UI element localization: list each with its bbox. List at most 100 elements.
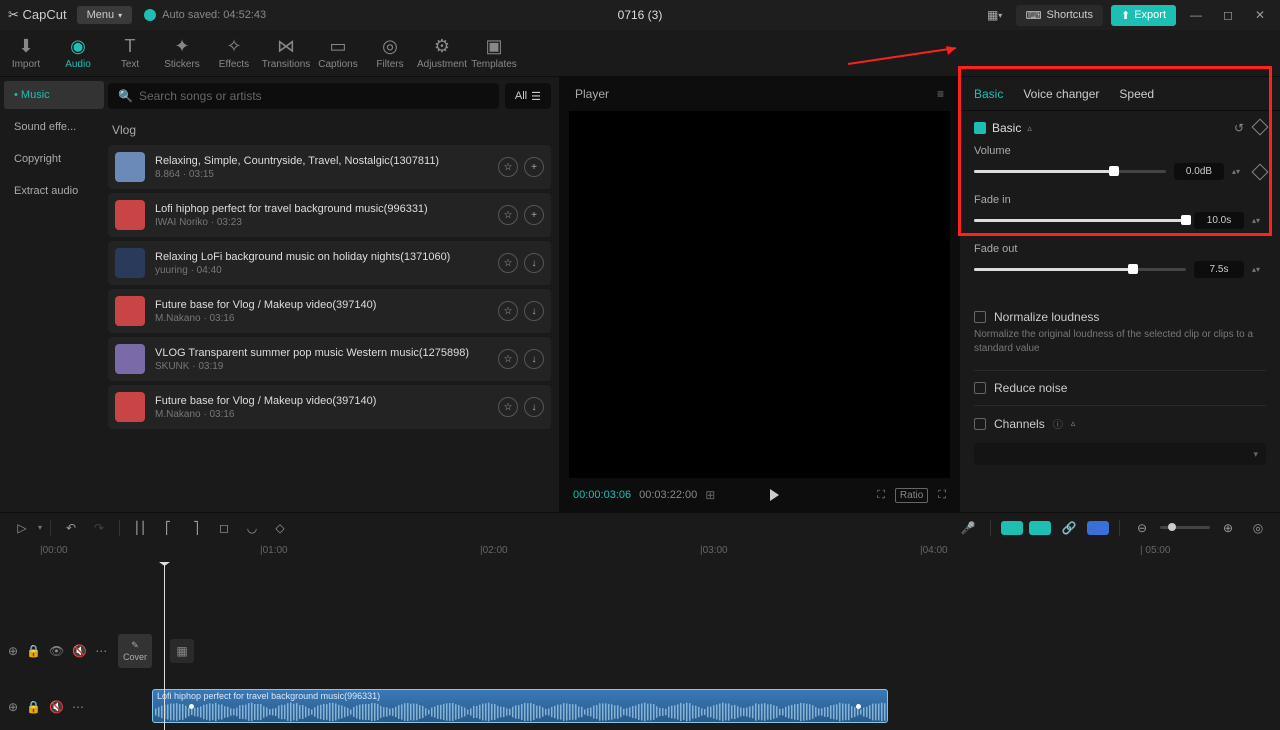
view-grid-icon[interactable]: ⊞ [705, 488, 715, 502]
fadeout-slider[interactable] [974, 268, 1186, 271]
mute-icon[interactable]: 🔇 [72, 644, 87, 658]
channels-dropdown[interactable]: ▾ [974, 443, 1266, 465]
song-row[interactable]: Relaxing LoFi background music on holida… [108, 241, 551, 285]
tool-adjustment[interactable]: ⚙Adjustment [416, 30, 468, 76]
timeline-ruler[interactable]: |00:00|01:00|02:00|03:00|04:00| 05:00 [0, 542, 1280, 562]
add-icon[interactable]: ↓ [524, 301, 544, 321]
sidebar-item-3[interactable]: Extract audio [4, 177, 104, 205]
ratio-button[interactable]: Ratio [895, 488, 928, 503]
snap-toggle[interactable] [1001, 521, 1023, 535]
tool-audio[interactable]: ◉Audio [52, 30, 104, 76]
magnet-toggle[interactable] [1029, 521, 1051, 535]
playhead[interactable] [164, 562, 165, 730]
zoom-slider[interactable] [1160, 526, 1210, 529]
split-button[interactable]: ⎮⎮ [128, 516, 152, 540]
tool-stickers[interactable]: ✦Stickers [156, 30, 208, 76]
add-icon[interactable]: + [524, 157, 544, 177]
export-button[interactable]: ⬆ Export [1111, 5, 1176, 26]
pointer-tool[interactable]: ▷ [10, 516, 34, 540]
props-tab-basic[interactable]: Basic [974, 83, 1003, 105]
fade-out-handle[interactable] [856, 704, 861, 709]
play-button[interactable] [767, 488, 781, 502]
audio-clip[interactable]: Lofi hiphop perfect for travel backgroun… [152, 689, 888, 723]
sidebar-item-0[interactable]: • Music [4, 81, 104, 109]
volume-spinner[interactable]: ▴▾ [1232, 167, 1246, 176]
tool-templates[interactable]: ▣Templates [468, 30, 520, 76]
reduce-noise-checkbox[interactable] [974, 382, 986, 394]
favorite-icon[interactable]: ☆ [498, 157, 518, 177]
tool-filters[interactable]: ◎Filters [364, 30, 416, 76]
filter-all-button[interactable]: All ☰ [505, 83, 551, 109]
mute-icon[interactable]: 🔇 [49, 700, 64, 714]
eye-icon[interactable]: 👁 [49, 644, 64, 658]
tool-text[interactable]: TText [104, 30, 156, 76]
normalize-checkbox[interactable] [974, 311, 986, 323]
song-row[interactable]: Future base for Vlog / Makeup video(3971… [108, 385, 551, 429]
reset-icon[interactable]: ↺ [1234, 121, 1244, 135]
undo-button[interactable]: ↶ [59, 516, 83, 540]
channels-checkbox[interactable] [974, 418, 986, 430]
favorite-icon[interactable]: ☆ [498, 301, 518, 321]
zoom-out-button[interactable]: ⊖ [1130, 516, 1154, 540]
menu-button[interactable]: Menu ▾ [77, 6, 133, 24]
marker-button[interactable]: ◡ [240, 516, 264, 540]
volume-keyframe-icon[interactable] [1252, 163, 1269, 180]
trim-left-button[interactable]: ⎡ [156, 516, 180, 540]
player-canvas[interactable] [569, 111, 950, 478]
crop-button[interactable]: ◻ [212, 516, 236, 540]
fit-button[interactable]: ◎ [1246, 516, 1270, 540]
shortcuts-button[interactable]: ⌨ Shortcuts [1016, 5, 1103, 26]
favorite-icon[interactable]: ☆ [498, 253, 518, 273]
minimize-button[interactable]: — [1184, 3, 1208, 27]
cover-button[interactable]: ✎Cover [118, 634, 152, 668]
song-row[interactable]: Lofi hiphop perfect for travel backgroun… [108, 193, 551, 237]
keyframe-icon[interactable] [1252, 119, 1269, 136]
more-icon[interactable]: ⋯ [72, 700, 84, 714]
close-button[interactable]: ✕ [1248, 3, 1272, 27]
favorite-icon[interactable]: ☆ [498, 397, 518, 417]
fadein-value[interactable]: 10.0s [1194, 212, 1244, 229]
props-tab-speed[interactable]: Speed [1119, 83, 1154, 105]
track-menu-icon[interactable]: ⊕ [8, 644, 18, 658]
sidebar-item-2[interactable]: Copyright [4, 145, 104, 173]
fullscreen-icon[interactable]: ⛶ [938, 489, 946, 502]
props-tab-voice-changer[interactable]: Voice changer [1023, 83, 1099, 105]
layout-icon[interactable]: ▦ ▾ [982, 2, 1008, 28]
maximize-button[interactable]: ◻ [1216, 3, 1240, 27]
fadein-slider[interactable] [974, 219, 1186, 222]
volume-slider[interactable] [974, 170, 1166, 173]
add-icon[interactable]: ↓ [524, 349, 544, 369]
track-thumbnail[interactable]: ▦ [170, 639, 194, 663]
add-icon[interactable]: ↓ [524, 253, 544, 273]
song-row[interactable]: Future base for Vlog / Makeup video(3971… [108, 289, 551, 333]
zoom-in-button[interactable]: ⊕ [1216, 516, 1240, 540]
search-input[interactable]: 🔍 Search songs or artists [108, 83, 499, 109]
crop-icon[interactable]: ⛶ [877, 489, 885, 502]
lock-icon[interactable]: 🔒 [26, 644, 41, 658]
fade-in-handle[interactable] [189, 704, 194, 709]
favorite-icon[interactable]: ☆ [498, 349, 518, 369]
preview-toggle[interactable] [1087, 521, 1109, 535]
track-menu-icon[interactable]: ⊕ [8, 700, 18, 714]
mic-icon[interactable]: 🎤 [956, 516, 980, 540]
more-icon[interactable]: ⋯ [95, 644, 107, 658]
add-icon[interactable]: ↓ [524, 397, 544, 417]
song-row[interactable]: VLOG Transparent summer pop music Wester… [108, 337, 551, 381]
song-row[interactable]: Relaxing, Simple, Countryside, Travel, N… [108, 145, 551, 189]
fadeout-spinner[interactable]: ▴▾ [1252, 265, 1266, 274]
sidebar-item-1[interactable]: Sound effe... [4, 113, 104, 141]
favorite-icon[interactable]: ☆ [498, 205, 518, 225]
link-icon[interactable]: 🔗 [1057, 516, 1081, 540]
tool-transitions[interactable]: ⋈Transitions [260, 30, 312, 76]
volume-value[interactable]: 0.0dB [1174, 163, 1224, 180]
basic-checkbox[interactable] [974, 122, 986, 134]
add-icon[interactable]: + [524, 205, 544, 225]
lock-icon[interactable]: 🔒 [26, 700, 41, 714]
tool-effects[interactable]: ✧Effects [208, 30, 260, 76]
tool-captions[interactable]: ▭Captions [312, 30, 364, 76]
fadeout-value[interactable]: 7.5s [1194, 261, 1244, 278]
player-menu-icon[interactable]: ≡ [937, 87, 944, 101]
trim-right-button[interactable]: ⎤ [184, 516, 208, 540]
bookmark-button[interactable]: ◇ [268, 516, 292, 540]
tool-import[interactable]: ⬇Import [0, 30, 52, 76]
